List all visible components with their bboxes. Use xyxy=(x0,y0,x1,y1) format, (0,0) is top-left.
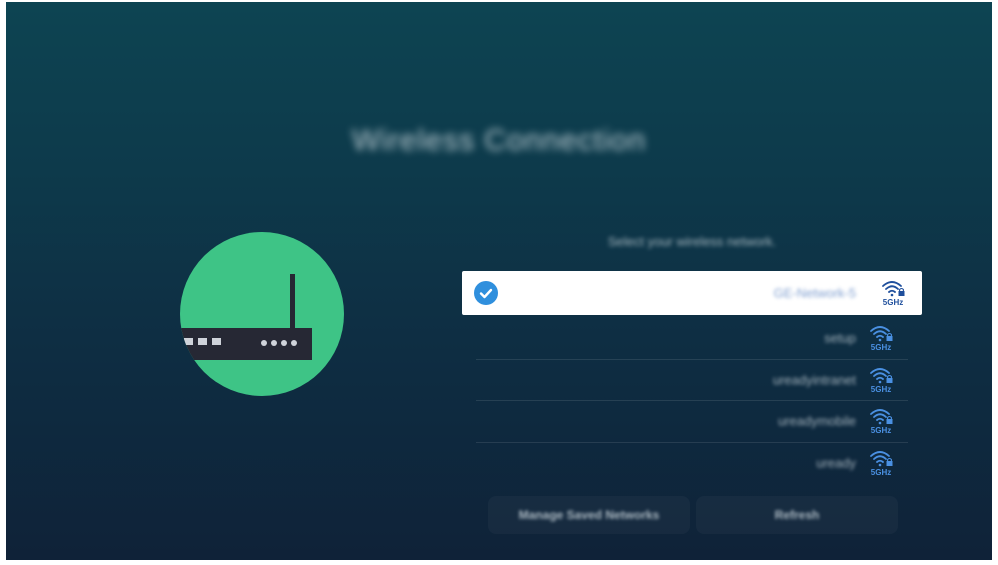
page-title: Wireless Connection xyxy=(351,124,647,157)
manage-saved-networks-button[interactable]: Manage Saved Networks xyxy=(488,496,690,534)
network-name: setup xyxy=(824,330,856,346)
tv-screen: Wireless Connection Select your wireless… xyxy=(6,2,992,560)
network-name: uready xyxy=(816,455,856,471)
band-label: 5GHz xyxy=(870,426,892,436)
network-list: GE-Network-5 5GHz setup 5GHz ureadyintra… xyxy=(462,271,922,484)
refresh-button[interactable]: Refresh xyxy=(696,496,898,534)
network-prompt: Select your wireless network. xyxy=(607,234,777,249)
network-item[interactable]: ureadyintranet 5GHz xyxy=(476,360,908,401)
router-illustration xyxy=(146,228,346,396)
network-name: GE-Network-5 xyxy=(773,285,856,301)
band-label: 5GHz xyxy=(870,343,892,353)
check-circle-icon xyxy=(474,281,498,305)
manage-saved-networks-label: Manage Saved Networks xyxy=(518,508,660,522)
refresh-label: Refresh xyxy=(774,508,820,522)
network-item-selected[interactable]: GE-Network-5 5GHz xyxy=(462,271,922,315)
wifi-lock-icon: 5GHz xyxy=(868,366,894,394)
network-item[interactable]: setup 5GHz xyxy=(476,318,908,360)
action-buttons: Manage Saved Networks Refresh xyxy=(488,496,898,534)
network-item[interactable]: ureadymobile 5GHz xyxy=(476,401,908,443)
band-label: 5GHz xyxy=(870,384,892,394)
band-label: 5GHz xyxy=(870,468,892,478)
router-icon xyxy=(180,232,344,396)
network-name: ureadyintranet xyxy=(772,372,856,388)
wifi-lock-icon: 5GHz xyxy=(880,279,906,307)
wifi-lock-icon: 5GHz xyxy=(868,407,894,435)
band-label: 5GHz xyxy=(882,298,904,307)
wifi-lock-icon: 5GHz xyxy=(868,449,894,477)
network-name: ureadymobile xyxy=(777,413,856,429)
network-item[interactable]: uready 5GHz xyxy=(476,443,908,485)
wifi-lock-icon: 5GHz xyxy=(868,324,894,352)
